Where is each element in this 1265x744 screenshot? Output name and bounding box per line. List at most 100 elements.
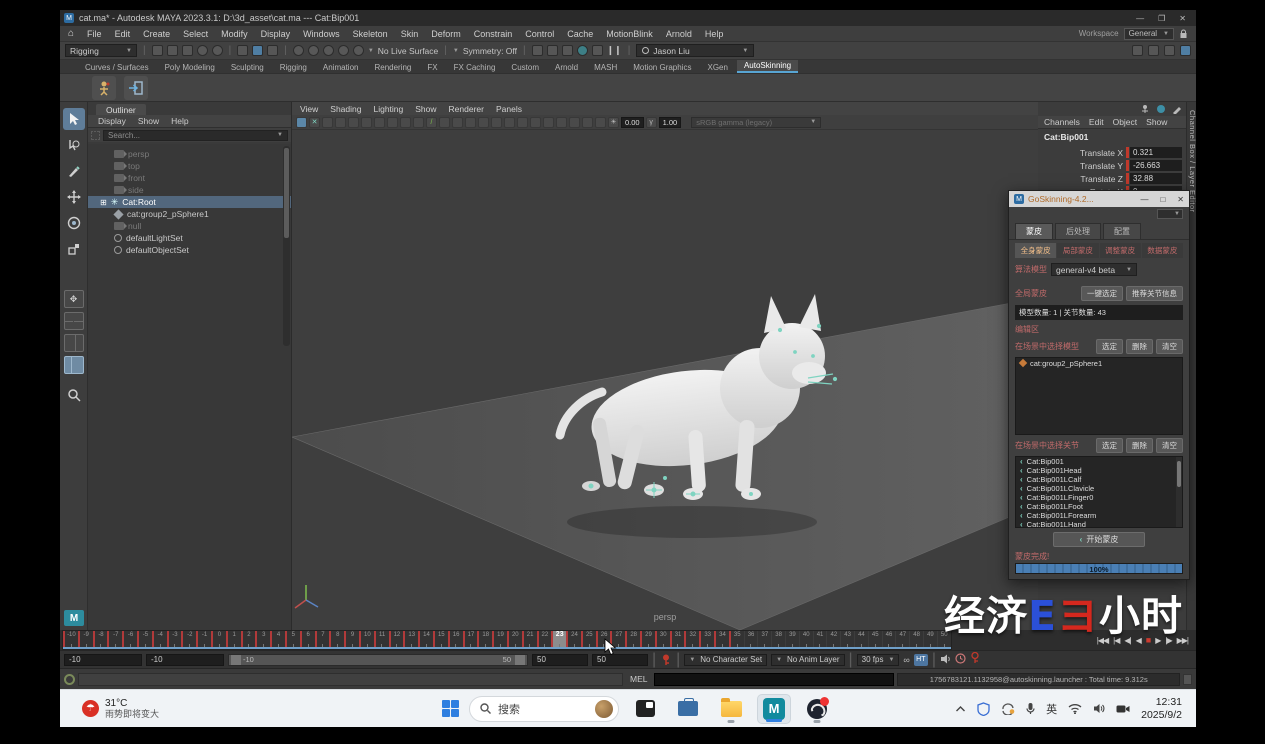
help-line-field[interactable]	[78, 673, 623, 686]
home-icon[interactable]: ⌂	[68, 28, 74, 39]
viewport-menu-show[interactable]: Show	[415, 104, 436, 114]
exposure-icon[interactable]: ☀	[608, 117, 619, 128]
menu-motionblink[interactable]: MotionBlink	[606, 29, 653, 39]
gs-tab-1[interactable]: 后处理	[1055, 223, 1101, 239]
channel-value-field[interactable]: 0.321	[1130, 147, 1182, 158]
symmetry-dropdown[interactable]: Symmetry: Off	[463, 46, 517, 56]
outliner-item-persp[interactable]: persp	[88, 148, 291, 160]
rotate-tool[interactable]	[63, 212, 85, 234]
playback-end-field[interactable]: 50	[532, 654, 588, 666]
camera-icon[interactable]	[1116, 704, 1130, 714]
character-icon[interactable]	[1140, 104, 1150, 114]
exposure-field[interactable]: 0.00	[621, 117, 644, 128]
shelf-tab-curves-surfaces[interactable]: Curves / Surfaces	[78, 62, 156, 73]
maya-app[interactable]: M	[757, 694, 791, 724]
save-scene-icon[interactable]	[182, 45, 193, 56]
view-transform-dropdown[interactable]: sRGB gamma (legacy)▼	[691, 117, 821, 128]
outliner-item-top[interactable]: top	[88, 160, 291, 172]
animation-end-field[interactable]: 50	[592, 654, 648, 666]
range-slider-bar[interactable]: -10 50	[228, 654, 528, 666]
goskinning-maximize[interactable]: □	[1160, 195, 1165, 204]
menu-create[interactable]: Create	[143, 29, 170, 39]
undo-icon[interactable]	[197, 45, 208, 56]
open-scene-icon[interactable]	[167, 45, 178, 56]
pencil-icon[interactable]	[1172, 104, 1182, 114]
viewport-menu-view[interactable]: View	[300, 104, 318, 114]
gs-subtab-1[interactable]: 局部蒙皮	[1057, 243, 1098, 258]
joints-delete-button[interactable]: 删除	[1126, 438, 1153, 453]
ime-indicator[interactable]: 英	[1046, 701, 1057, 717]
channel-value-field[interactable]: 32.88	[1130, 173, 1182, 184]
joint-list-item[interactable]: ‹Cat:Bip001LClavicle	[1016, 484, 1182, 493]
start-button[interactable]	[442, 700, 460, 718]
viewport-tool-icon-16[interactable]	[504, 117, 515, 128]
menu-edit[interactable]: Edit	[115, 29, 131, 39]
viewport-tool-icon-14[interactable]	[478, 117, 489, 128]
minimize-button[interactable]: —	[1136, 14, 1144, 23]
wifi-icon[interactable]	[1068, 703, 1082, 714]
toggle-attr-editor-icon[interactable]	[1132, 45, 1143, 56]
toggle-tool-settings-icon[interactable]	[1148, 45, 1159, 56]
viewport-tool-icon-15[interactable]	[491, 117, 502, 128]
viewport-tool-icon-2[interactable]	[322, 117, 333, 128]
shelf-tab-mash[interactable]: MASH	[587, 62, 624, 73]
viewport-tool-icon-6[interactable]	[374, 117, 385, 128]
shelf-tab-rigging[interactable]: Rigging	[273, 62, 314, 73]
viewport-tool-icon-11[interactable]	[439, 117, 450, 128]
outliner-item-null[interactable]: null	[88, 220, 291, 232]
clock-options-icon[interactable]	[955, 651, 966, 669]
toggle-modeling-toolkit-icon[interactable]	[1180, 45, 1191, 56]
gs-tab-2[interactable]: 配置	[1103, 223, 1141, 239]
mute-audio-icon[interactable]	[940, 651, 951, 669]
viewport-tool-icon-17[interactable]	[517, 117, 528, 128]
viewport-tool-icon-23[interactable]	[595, 117, 606, 128]
shelf-tab-fx[interactable]: FX	[420, 62, 444, 73]
joint-list-item[interactable]: ‹Cat:Bip001LCalf	[1016, 475, 1182, 484]
menu-select[interactable]: Select	[183, 29, 208, 39]
gamma-icon[interactable]: γ	[646, 117, 657, 128]
file-explorer-app[interactable]	[714, 694, 748, 724]
viewport-tool-icon-21[interactable]	[569, 117, 580, 128]
viewport-canvas[interactable]	[292, 130, 1038, 630]
menu-cache[interactable]: Cache	[567, 29, 593, 39]
viewport-tool-icon-7[interactable]	[387, 117, 398, 128]
channel-box-menu-show[interactable]: Show	[1146, 117, 1167, 127]
toolbox-app[interactable]	[671, 694, 705, 724]
set-key-icon[interactable]	[660, 654, 672, 666]
viewport-tool-icon-0[interactable]	[296, 117, 307, 128]
ipr-render-icon[interactable]	[547, 45, 558, 56]
layout-four-pane[interactable]	[64, 312, 84, 330]
menu-skeleton[interactable]: Skeleton	[353, 29, 388, 39]
evaluation-toggle[interactable]: HT	[914, 654, 928, 666]
shelf-tab-autoskinning[interactable]: AutoSkinning	[737, 60, 798, 73]
timeline-ticks[interactable]: -10-9-8-7-6-5-4-3-2-10123456789101112131…	[62, 630, 952, 650]
snap-point-icon[interactable]	[323, 45, 334, 56]
layout-single-pane[interactable]: ✥	[64, 290, 84, 308]
sphere-icon[interactable]	[1156, 104, 1166, 114]
playback-start-field[interactable]: -10	[146, 654, 224, 666]
scale-tool[interactable]	[63, 238, 85, 260]
outliner-item-defaultobjectset[interactable]: defaultObjectSet	[88, 244, 291, 256]
outliner-menu-display[interactable]: Display	[98, 116, 126, 126]
shelf-tab-rendering[interactable]: Rendering	[367, 62, 418, 73]
maximize-button[interactable]: ❐	[1158, 14, 1165, 23]
viewport-tool-icon-5[interactable]	[361, 117, 372, 128]
autoskin-character-shelf-icon[interactable]	[92, 76, 116, 100]
render-settings-icon[interactable]	[562, 45, 573, 56]
snap-plane-icon[interactable]	[338, 45, 349, 56]
gs-subtab-3[interactable]: 数据蒙皮	[1142, 243, 1183, 258]
script-editor-icon[interactable]	[1183, 674, 1192, 685]
new-scene-icon[interactable]	[152, 45, 163, 56]
taskview-app[interactable]	[628, 694, 662, 724]
select-hierarchy-icon[interactable]	[237, 45, 248, 56]
hypershade-icon[interactable]	[577, 45, 588, 56]
animation-start-field[interactable]: -10	[64, 654, 142, 666]
viewport-tool-icon-13[interactable]	[465, 117, 476, 128]
fps-dropdown[interactable]: 30 fps▼	[857, 654, 900, 666]
recommend-joints-button[interactable]: 推荐关节信息	[1126, 286, 1183, 301]
redo-icon[interactable]	[212, 45, 223, 56]
taskbar-clock[interactable]: 12:31 2025/9/2	[1141, 696, 1182, 721]
shelf-tab-motion-graphics[interactable]: Motion Graphics	[626, 62, 698, 73]
goskinning-m-icon[interactable]: M	[64, 610, 84, 626]
channel-box-menu-object[interactable]: Object	[1113, 117, 1138, 127]
